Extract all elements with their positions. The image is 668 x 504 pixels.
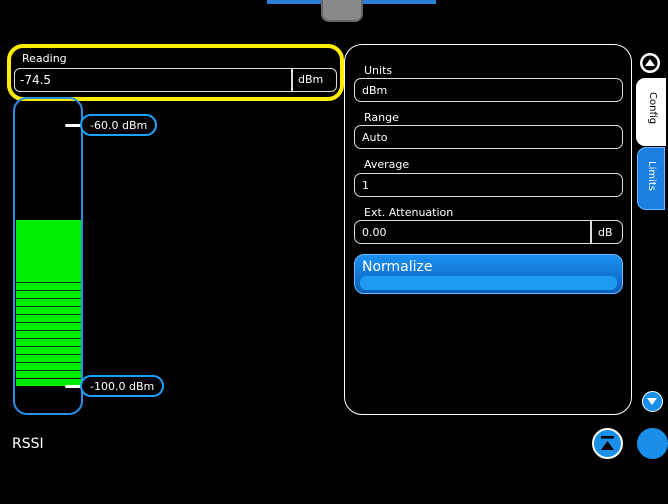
range-field[interactable] — [354, 125, 623, 149]
home-icon — [601, 436, 614, 450]
range-label: Range — [364, 111, 399, 124]
units-value: dBm — [362, 84, 388, 97]
chevron-up-icon — [642, 55, 658, 71]
meter-tick — [15, 370, 81, 371]
range-value: Auto — [362, 131, 388, 144]
units-label: Units — [364, 64, 393, 77]
ext-attenuation-label: Ext. Attenuation — [364, 206, 454, 219]
average-value: 1 — [362, 179, 369, 192]
meter-tick — [15, 306, 81, 307]
meter-tick — [15, 322, 81, 323]
meter-tick — [15, 346, 81, 347]
average-field[interactable] — [354, 173, 623, 197]
meter-tick — [15, 282, 81, 283]
scroll-down-button[interactable] — [642, 391, 663, 412]
menu-button[interactable] — [637, 428, 668, 459]
meter-tick — [15, 290, 81, 291]
ext-attenuation-field[interactable] — [354, 220, 623, 244]
ext-attenuation-unit: dB — [598, 226, 613, 239]
tab-limits-label: Limits — [646, 161, 657, 191]
meter-tick — [15, 298, 81, 299]
signal-meter — [13, 97, 83, 415]
reading-unit: dBm — [298, 73, 324, 86]
reading-value: -74.5 — [20, 73, 52, 87]
upper-limit-marker[interactable]: -60.0 dBm — [80, 114, 158, 136]
ext-attenuation-value: 0.00 — [362, 226, 387, 239]
meter-tick — [15, 354, 81, 355]
scroll-up-button[interactable] — [640, 53, 660, 73]
meter-tick — [15, 362, 81, 363]
meter-tick — [15, 338, 81, 339]
home-button[interactable] — [592, 428, 623, 459]
meter-tick — [15, 378, 81, 379]
average-label: Average — [364, 158, 410, 171]
normalize-button-label: Normalize — [362, 259, 433, 275]
ext-attenuation-divider — [590, 221, 592, 243]
reading-label: Reading — [22, 52, 67, 65]
reading-unit-divider — [291, 69, 293, 91]
units-field[interactable] — [354, 78, 623, 102]
drawer-handle[interactable] — [321, 0, 363, 22]
reading-field — [14, 68, 337, 92]
tab-config-label: Config — [647, 92, 658, 125]
normalize-button-shine — [360, 276, 617, 290]
meter-tick — [15, 330, 81, 331]
meter-tick — [15, 314, 81, 315]
lower-limit-marker[interactable]: -100.0 dBm — [80, 375, 165, 397]
chevron-down-icon — [647, 398, 657, 405]
page-title: RSSI — [12, 436, 44, 452]
